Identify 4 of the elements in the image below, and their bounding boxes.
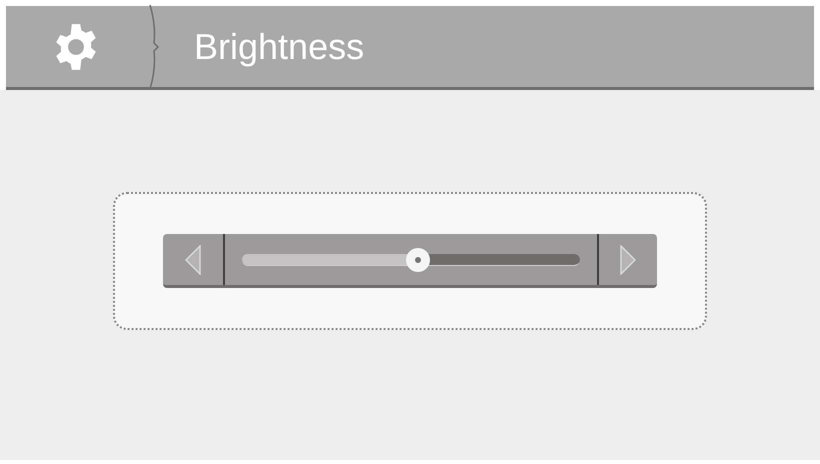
slider-thumb[interactable] — [406, 248, 430, 272]
left-arrow-icon — [184, 244, 202, 274]
right-arrow-icon — [619, 244, 637, 274]
page-title: Brightness — [194, 24, 364, 68]
